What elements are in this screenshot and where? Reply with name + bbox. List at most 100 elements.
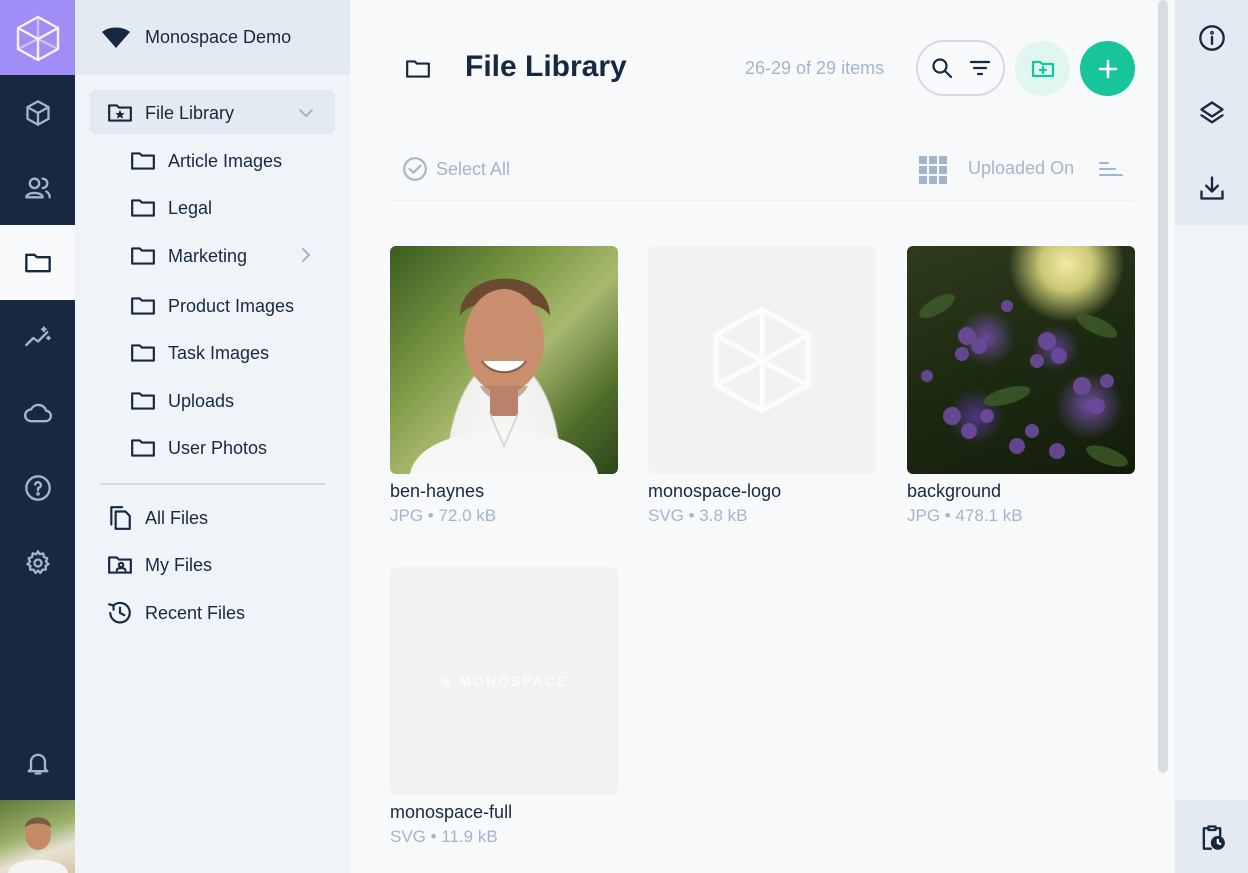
right-sidebar: [1175, 0, 1248, 873]
nav-folder-label: Marketing: [168, 245, 248, 266]
file-thumbnail[interactable]: [390, 246, 618, 474]
chevron-right-icon[interactable]: [297, 246, 315, 264]
folder-user-icon: [108, 556, 132, 574]
clipboard-clock-icon: [1202, 824, 1225, 850]
sort-field[interactable]: Uploaded On: [968, 158, 1074, 179]
nav-folder-label: Task Images: [168, 342, 270, 363]
folder-icon: [131, 199, 155, 217]
nav-folder-label: Article Images: [168, 150, 283, 171]
project-header[interactable]: Monospace Demo: [75, 0, 350, 75]
module-insights[interactable]: [0, 300, 75, 375]
folder-add-icon: [1031, 60, 1054, 77]
file-meta: SVG • 11.9 kB: [390, 827, 498, 846]
scrollbar[interactable]: [1158, 0, 1168, 773]
portrait-photo: [410, 278, 598, 474]
nav-folder-task-images[interactable]: Task Images: [130, 340, 269, 366]
upload-file-button[interactable]: [1080, 41, 1135, 96]
search-icon[interactable]: [930, 56, 954, 80]
file-name: monospace-full: [390, 802, 513, 822]
flowers-photo: [919, 293, 1128, 467]
file-thumbnail[interactable]: ⊕ MONOSPACE: [390, 567, 618, 795]
file-card[interactable]: ben-haynes JPG • 72.0 kB: [390, 246, 618, 526]
nav-folder-uploads[interactable]: Uploads: [130, 388, 234, 414]
project-brand-icon: [102, 27, 130, 48]
bell-icon: [27, 753, 48, 775]
navigation-pane: Monospace Demo File Library Article Imag…: [75, 0, 350, 873]
nav-folder-marketing[interactable]: Marketing: [130, 243, 247, 269]
insights-icon: [24, 325, 51, 346]
nav-folder-label: User Photos: [168, 437, 268, 458]
create-folder-button[interactable]: [1015, 41, 1070, 96]
nav-folder-article-images[interactable]: Article Images: [130, 148, 282, 174]
select-all-label: Select All: [436, 158, 511, 179]
layers-button[interactable]: [1175, 75, 1248, 150]
module-users[interactable]: [0, 150, 75, 225]
main-content: File Library 26-29 of 29 items Select Al…: [350, 0, 1175, 873]
box-icon: [25, 99, 50, 126]
nav-item-label: All Files: [145, 507, 209, 528]
module-files[interactable]: [0, 225, 75, 300]
cube-logo-icon: [713, 306, 811, 414]
sort-icon: [1099, 162, 1123, 176]
file-name: ben-haynes: [390, 481, 485, 501]
chevron-down-icon[interactable]: [297, 104, 315, 122]
module-help[interactable]: [0, 450, 75, 525]
cube-logo-icon: [16, 15, 59, 61]
select-all-button[interactable]: Select All: [402, 156, 510, 182]
help-icon: [24, 474, 51, 501]
nav-folder-product-images[interactable]: Product Images: [130, 293, 294, 319]
module-cloud[interactable]: [0, 375, 75, 450]
module-settings[interactable]: [0, 525, 75, 600]
files-icon: [110, 506, 131, 530]
item-count: 26-29 of 29 items: [745, 58, 885, 78]
folder-icon: [131, 247, 155, 265]
grid-view-icon[interactable]: [919, 156, 947, 184]
history-icon: [108, 601, 131, 624]
cloud-icon: [23, 403, 52, 422]
file-thumbnail[interactable]: [648, 246, 876, 474]
avatar-portrait: [8, 817, 68, 873]
file-thumbnail[interactable]: [907, 246, 1135, 474]
file-name: background: [907, 481, 1002, 501]
file-card[interactable]: monospace-logo SVG • 3.8 kB: [648, 246, 876, 526]
nav-item-my-files[interactable]: My Files: [107, 552, 212, 578]
download-button[interactable]: [1175, 150, 1248, 225]
activity-button[interactable]: [1175, 800, 1248, 873]
nav-item-file-library[interactable]: File Library: [107, 100, 234, 126]
check-circle-icon: [403, 157, 427, 181]
folder-icon: [131, 297, 155, 315]
folder-icon: [406, 60, 430, 78]
folder-icon: [131, 152, 155, 170]
nav-folder-legal[interactable]: Legal: [130, 195, 212, 221]
filter-icon[interactable]: [968, 56, 992, 80]
module-content[interactable]: [0, 75, 75, 150]
nav-item-recent-files[interactable]: Recent Files: [107, 600, 245, 626]
nav-item-label: My Files: [145, 554, 212, 575]
info-button[interactable]: [1175, 0, 1248, 75]
file-meta: JPG • 72.0 kB: [390, 506, 497, 525]
nav-folder-label: Uploads: [168, 390, 235, 411]
file-meta: SVG • 3.8 kB: [648, 506, 748, 525]
project-logo[interactable]: [0, 0, 75, 75]
file-name: monospace-logo: [648, 481, 782, 501]
file-card[interactable]: ⊕ MONOSPACE monospace-full SVG • 11.9 kB: [390, 567, 618, 847]
nav-folder-user-photos[interactable]: User Photos: [130, 435, 267, 461]
layers-icon: [1199, 100, 1224, 124]
title-folder-icon-wrap: [404, 56, 432, 87]
sort-direction-button[interactable]: [1098, 158, 1124, 185]
info-icon: [1198, 24, 1225, 51]
folder-star-icon: [108, 104, 132, 122]
nav-item-label: Recent Files: [145, 602, 246, 623]
search-filter-pill[interactable]: [916, 40, 1005, 96]
plus-icon: [1098, 59, 1117, 78]
users-icon: [24, 177, 51, 198]
toolbar-divider: [390, 200, 1135, 201]
file-card[interactable]: background JPG • 478.1 kB: [907, 246, 1135, 526]
nav-item-all-files[interactable]: All Files: [107, 505, 208, 531]
user-avatar[interactable]: [0, 800, 75, 873]
nav-folder-label: Legal: [168, 197, 213, 218]
file-meta: JPG • 478.1 kB: [907, 506, 1023, 525]
monospace-wordmark: ⊕ MONOSPACE: [439, 672, 569, 689]
notifications-button[interactable]: [0, 725, 75, 800]
folder-icon: [24, 253, 51, 272]
